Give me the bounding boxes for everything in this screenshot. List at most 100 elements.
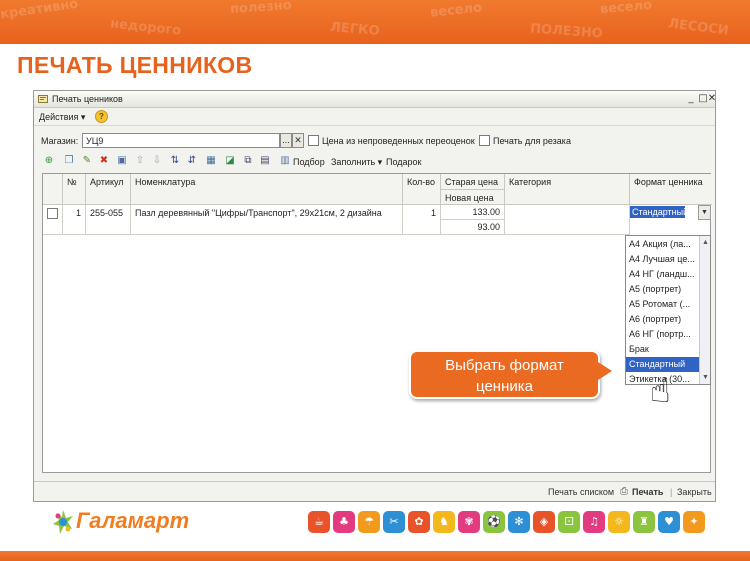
dropdown-scrollbar[interactable]: ▲ ▼ xyxy=(699,236,710,384)
toolbar: ⊕ ❐ ✎ ✖ ▣ ⇧ ⇩ ⇅ ⇵ ▦ ◪ ⧉ ▤ ▥ Подбор Запол… xyxy=(34,153,715,171)
category-icon: ⚀ xyxy=(558,511,580,533)
fill-menu[interactable]: Заполнить ▾ xyxy=(331,157,382,168)
category-icon: ♥ xyxy=(658,511,680,533)
status-separator: | xyxy=(670,487,673,497)
close-window-button[interactable]: ✕ xyxy=(706,92,718,106)
save-icon[interactable]: ▣ xyxy=(116,155,128,167)
edit-icon[interactable]: ✎ xyxy=(81,155,93,167)
format-option[interactable]: А4 Лучшая це... xyxy=(626,252,700,267)
category-icon: ♫ xyxy=(583,511,605,533)
format-option-selected[interactable]: Стандартный xyxy=(626,357,700,372)
format-option[interactable]: Брак xyxy=(626,342,700,357)
shop-input[interactable]: УЦ9 xyxy=(82,133,280,148)
row-category[interactable] xyxy=(505,205,630,235)
col-category-header[interactable]: Категория xyxy=(505,174,630,205)
close-button[interactable]: Закрыть xyxy=(677,487,712,497)
delete-icon[interactable]: ✖ xyxy=(98,155,110,167)
status-bar: Печать списком ⎙ Печать | Закрыть xyxy=(34,481,715,501)
price-tags-table: № Артикул Номенклатура Кол-во Старая цен… xyxy=(42,173,712,473)
format-option[interactable]: А6 (портрет) xyxy=(626,312,700,327)
slide-title: ПЕЧАТЬ ЦЕННИКОВ xyxy=(17,52,253,78)
col-new-price-header[interactable]: Новая цена xyxy=(441,190,505,205)
category-icon: ♞ xyxy=(433,511,455,533)
row-checkbox[interactable] xyxy=(47,208,58,219)
row-format-value[interactable]: Стандартный xyxy=(630,206,688,218)
format-option[interactable]: А5 Ротомат (... xyxy=(626,297,700,312)
banner-word: ЛЕСОСИ xyxy=(667,16,730,39)
print-button[interactable]: Печать xyxy=(632,487,663,497)
unposted-prices-label: Цена из непроведенных переоценок xyxy=(322,136,475,146)
banner-word: весело xyxy=(599,0,653,18)
logo-text: Галамарт xyxy=(76,508,190,533)
row-article[interactable]: 255-055 xyxy=(86,205,131,235)
window-app-icon xyxy=(38,95,48,103)
shop-clear-button[interactable]: ✕ xyxy=(292,133,304,148)
callout-line-2: ценника xyxy=(476,378,533,395)
sort-desc-icon[interactable]: ⇵ xyxy=(186,155,198,167)
actions-menu[interactable]: Действия ▾ xyxy=(39,112,85,123)
banner-word: полезно xyxy=(229,0,293,18)
printer-icon: ⎙ xyxy=(620,486,628,497)
move-up-icon[interactable]: ⇧ xyxy=(134,155,146,167)
category-icon: ♣ xyxy=(333,511,355,533)
format-option[interactable]: А4 НГ (ландш... xyxy=(626,267,700,282)
col-format-header[interactable]: Формат ценника xyxy=(630,174,712,205)
price-tag-window: Печать ценников _ □ ✕ Действия ▾ ? Магаз… xyxy=(33,90,716,502)
window-titlebar[interactable]: Печать ценников _ □ ✕ xyxy=(34,91,718,108)
category-icon: ☂ xyxy=(358,511,380,533)
row-format-cell[interactable]: Стандартный ▼ xyxy=(630,205,712,220)
add-icon[interactable]: ⊕ xyxy=(43,155,55,167)
banner-word: весело xyxy=(429,0,483,21)
category-icon: ✻ xyxy=(508,511,530,533)
sort-asc-icon[interactable]: ⇅ xyxy=(169,155,181,167)
cutter-print-label: Печать для резака xyxy=(493,136,571,146)
col-num-header[interactable]: № xyxy=(63,174,86,205)
category-icon: ✂ xyxy=(383,511,405,533)
banner-word: ЛЕГКО xyxy=(329,19,381,40)
col-old-price-header[interactable]: Старая цена xyxy=(441,174,505,190)
selection-button[interactable]: Подбор xyxy=(293,157,325,167)
row-qty[interactable]: 1 xyxy=(403,205,441,235)
scroll-up-icon[interactable]: ▲ xyxy=(700,237,711,248)
format-dropdown-list[interactable]: А4 Акция (ла... А4 Лучшая це... А4 НГ (л… xyxy=(625,235,711,385)
row-num: 1 xyxy=(63,205,86,235)
format-option[interactable]: А4 Акция (ла... xyxy=(626,237,700,252)
gift-button[interactable]: Подарок xyxy=(386,157,421,167)
barcode-icon[interactable]: ▤ xyxy=(259,155,271,167)
cutter-print-checkbox[interactable] xyxy=(479,135,490,146)
help-button[interactable]: ? xyxy=(95,110,108,123)
category-icon: ✿ xyxy=(408,511,430,533)
callout-bubble: Выбрать формат ценника xyxy=(409,350,600,399)
format-option[interactable]: А6 НГ (портр... xyxy=(626,327,700,342)
table-icon[interactable]: ▦ xyxy=(205,155,217,167)
banner-word: недорого xyxy=(109,16,182,39)
row-old-price[interactable]: 133.00 xyxy=(441,205,505,220)
category-icon: ☕ xyxy=(308,511,330,533)
hand-cursor-icon: ☝ xyxy=(650,371,671,411)
format-dropdown-button[interactable]: ▼ xyxy=(698,205,711,220)
minimize-button[interactable]: _ xyxy=(685,92,697,106)
scroll-down-icon[interactable]: ▼ xyxy=(700,372,711,383)
callout-line-1: Выбрать формат xyxy=(445,357,564,374)
copy-icon[interactable]: ❐ xyxy=(63,155,75,167)
format-option[interactable]: А5 (портрет) xyxy=(626,282,700,297)
row-nomenclature[interactable]: Пазл деревянный "Цифры/Транспорт", 29x21… xyxy=(131,205,403,235)
row-new-price[interactable]: 93.00 xyxy=(441,220,505,235)
settings-icon[interactable]: ⧉ xyxy=(242,155,254,167)
unposted-prices-checkbox[interactable] xyxy=(308,135,319,146)
col-article-header[interactable]: Артикул xyxy=(86,174,131,205)
shop-label: Магазин: xyxy=(41,136,79,146)
move-down-icon[interactable]: ⇩ xyxy=(151,155,163,167)
category-icon: ⚽ xyxy=(483,511,505,533)
col-checkbox-header xyxy=(43,174,63,205)
print-list-button[interactable]: Печать списком xyxy=(548,487,614,497)
top-banner: креативно недорого полезно ЛЕГКО весело … xyxy=(0,0,750,44)
callout-pointer xyxy=(598,362,612,380)
banner-word: ПОЛЕЗНО xyxy=(529,21,604,42)
refresh-icon[interactable]: ◪ xyxy=(224,155,236,167)
category-icon: ◈ xyxy=(533,511,555,533)
category-icon: ♜ xyxy=(633,511,655,533)
shop-select-button[interactable]: ... xyxy=(280,133,292,148)
col-nomenclature-header[interactable]: Номенклатура xyxy=(131,174,403,205)
col-qty-header[interactable]: Кол-во xyxy=(403,174,441,205)
